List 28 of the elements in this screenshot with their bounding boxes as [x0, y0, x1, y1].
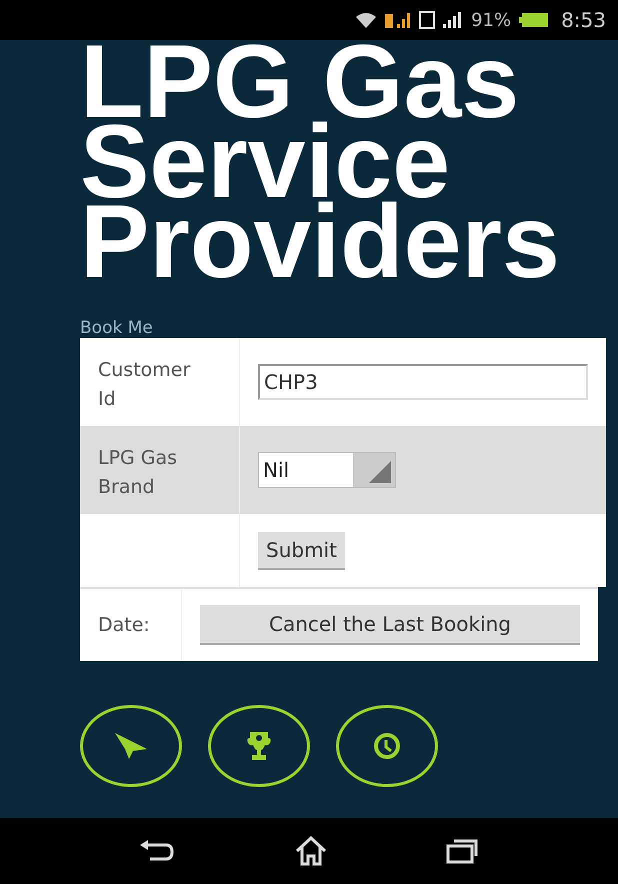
home-icon[interactable] [294, 836, 327, 866]
round-icon-button[interactable] [208, 705, 310, 787]
battery-icon [519, 12, 550, 28]
field-label: Customer Id [98, 358, 192, 412]
recent-apps-icon[interactable] [446, 838, 478, 864]
round-icon-button[interactable] [336, 705, 438, 787]
cancel-booking-button[interactable]: Cancel the Last Booking [200, 605, 580, 645]
clock-time: 8:53 [561, 7, 606, 34]
dropdown-arrow-icon [369, 461, 391, 483]
app-title: LPG Gas [80, 42, 520, 122]
round-icon-button[interactable] [80, 705, 182, 787]
customer-id-field[interactable]: CHP3 [258, 364, 588, 400]
brand-select[interactable]: Nil [258, 452, 396, 488]
wifi-icon [355, 11, 378, 29]
app-title: Providers [80, 202, 561, 282]
signal-icon [385, 10, 412, 30]
form-legend: Book Me [80, 318, 153, 338]
date-label: Date: [98, 612, 150, 638]
sim-icon [419, 11, 436, 29]
trophy-icon [246, 730, 272, 762]
paper-plane-icon [113, 731, 149, 761]
field-label: LPG Gas Brand [98, 446, 178, 500]
back-icon[interactable] [140, 839, 176, 863]
clock-icon [372, 731, 402, 761]
battery-percent: 91% [471, 8, 512, 32]
app-title: Service [80, 122, 450, 202]
signal-icon [443, 10, 464, 30]
submit-button[interactable]: Submit [258, 532, 345, 570]
